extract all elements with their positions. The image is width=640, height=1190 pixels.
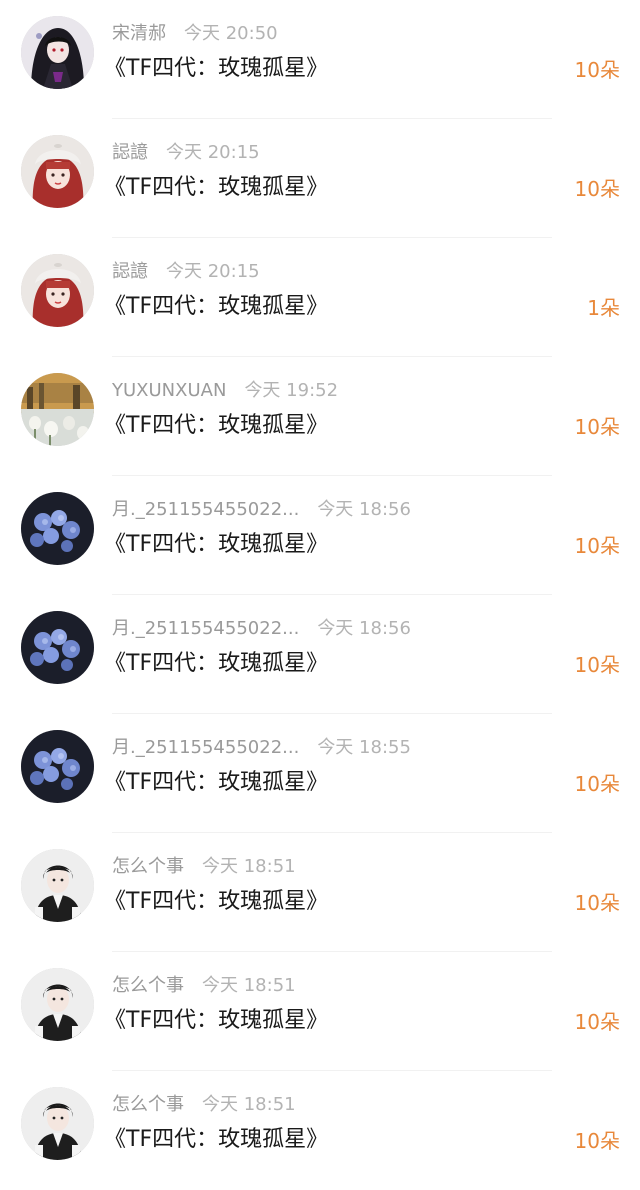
- record-meta: 宋清郝 今天 20:50: [112, 21, 278, 47]
- work-title: 《TF四代：玫瑰孤星》: [104, 1008, 329, 1033]
- flower-count: 10朵: [574, 1010, 620, 1034]
- record-meta: 月._251155455022... 今天 18:56: [112, 616, 411, 642]
- record-meta: YUXUNXUAN 今天 19:52: [112, 378, 338, 404]
- gift-record-row[interactable]: 誋譩 今天 20:15 《TF四代：玫瑰孤星》 1朵: [0, 238, 640, 357]
- user-avatar[interactable]: [21, 1087, 94, 1160]
- gift-record-row[interactable]: 月._251155455022... 今天 18:56 《TF四代：玫瑰孤星》 1…: [0, 595, 640, 714]
- work-title: 《TF四代：玫瑰孤星》: [104, 175, 329, 200]
- record-time: 今天 18:51: [202, 856, 296, 877]
- record-meta: 怎么个事 今天 18:51: [112, 1092, 296, 1118]
- user-name[interactable]: 月._251155455022...: [112, 497, 299, 523]
- user-name[interactable]: 怎么个事: [112, 1092, 184, 1118]
- flower-count: 10朵: [574, 1129, 620, 1153]
- record-meta: 誋譩 今天 20:15: [112, 259, 260, 285]
- gift-record-list: 宋清郝 今天 20:50 《TF四代：玫瑰孤星》 10朵 誋譩 今天 20:15 《…: [0, 0, 640, 1180]
- work-title: 《TF四代：玫瑰孤星》: [104, 770, 329, 795]
- gift-record-row[interactable]: 怎么个事 今天 18:51 《TF四代：玫瑰孤星》 10朵: [0, 833, 640, 952]
- user-name[interactable]: 誋譩: [112, 259, 148, 285]
- gift-record-row[interactable]: 誋譩 今天 20:15 《TF四代：玫瑰孤星》 10朵: [0, 119, 640, 238]
- blue-roses-avatar: [21, 492, 94, 565]
- user-name[interactable]: 月._251155455022...: [112, 616, 299, 642]
- flower-count: 10朵: [574, 891, 620, 915]
- work-title: 《TF四代：玫瑰孤星》: [104, 56, 329, 81]
- work-title: 《TF四代：玫瑰孤星》: [104, 1127, 329, 1152]
- record-time: 今天 20:15: [166, 142, 260, 163]
- user-avatar[interactable]: [21, 16, 94, 89]
- gothic-girl-avatar: [21, 16, 94, 89]
- record-meta: 怎么个事 今天 18:51: [112, 973, 296, 999]
- red-hair-girl-avatar: [21, 135, 94, 208]
- record-time: 今天 18:56: [317, 618, 411, 639]
- gift-record-row[interactable]: 宋清郝 今天 20:50 《TF四代：玫瑰孤星》 10朵: [0, 0, 640, 119]
- user-avatar[interactable]: [21, 373, 94, 446]
- flower-count: 10朵: [574, 534, 620, 558]
- record-time: 今天 18:51: [202, 1094, 296, 1115]
- record-time: 今天 20:50: [184, 23, 278, 44]
- user-avatar[interactable]: [21, 135, 94, 208]
- record-meta: 月._251155455022... 今天 18:55: [112, 735, 411, 761]
- boy-vest-avatar: [21, 1087, 94, 1160]
- user-avatar[interactable]: [21, 611, 94, 684]
- record-time: 今天 18:56: [317, 499, 411, 520]
- gift-record-row[interactable]: YUXUNXUAN 今天 19:52 《TF四代：玫瑰孤星》 10朵: [0, 357, 640, 476]
- work-title: 《TF四代：玫瑰孤星》: [104, 413, 329, 438]
- blue-roses-avatar: [21, 611, 94, 684]
- record-meta: 怎么个事 今天 18:51: [112, 854, 296, 880]
- user-name[interactable]: YUXUNXUAN: [112, 378, 226, 404]
- gift-record-row[interactable]: 月._251155455022... 今天 18:55 《TF四代：玫瑰孤星》 1…: [0, 714, 640, 833]
- record-time: 今天 20:15: [166, 261, 260, 282]
- flower-count: 10朵: [574, 177, 620, 201]
- flower-count: 10朵: [574, 415, 620, 439]
- red-hair-girl-avatar: [21, 254, 94, 327]
- boy-vest-avatar: [21, 968, 94, 1041]
- user-avatar[interactable]: [21, 968, 94, 1041]
- work-title: 《TF四代：玫瑰孤星》: [104, 532, 329, 557]
- record-time: 今天 18:51: [202, 975, 296, 996]
- flower-count: 1朵: [587, 296, 620, 320]
- user-name[interactable]: 宋清郝: [112, 21, 166, 47]
- gift-record-row[interactable]: 怎么个事 今天 18:51 《TF四代：玫瑰孤星》 10朵: [0, 952, 640, 1071]
- boy-vest-avatar: [21, 849, 94, 922]
- user-avatar[interactable]: [21, 730, 94, 803]
- flower-count: 10朵: [574, 58, 620, 82]
- blue-roses-avatar: [21, 730, 94, 803]
- record-meta: 誋譩 今天 20:15: [112, 140, 260, 166]
- work-title: 《TF四代：玫瑰孤星》: [104, 294, 329, 319]
- gift-record-row[interactable]: 怎么个事 今天 18:51 《TF四代：玫瑰孤星》 10朵: [0, 1071, 640, 1190]
- user-avatar[interactable]: [21, 492, 94, 565]
- tulips-sunset-avatar: [21, 373, 94, 446]
- user-name[interactable]: 月._251155455022...: [112, 735, 299, 761]
- record-time: 今天 18:55: [317, 737, 411, 758]
- flower-count: 10朵: [574, 653, 620, 677]
- user-name[interactable]: 怎么个事: [112, 854, 184, 880]
- user-avatar[interactable]: [21, 849, 94, 922]
- work-title: 《TF四代：玫瑰孤星》: [104, 651, 329, 676]
- work-title: 《TF四代：玫瑰孤星》: [104, 889, 329, 914]
- gift-record-row[interactable]: 月._251155455022... 今天 18:56 《TF四代：玫瑰孤星》 1…: [0, 476, 640, 595]
- record-meta: 月._251155455022... 今天 18:56: [112, 497, 411, 523]
- user-name[interactable]: 怎么个事: [112, 973, 184, 999]
- user-name[interactable]: 誋譩: [112, 140, 148, 166]
- flower-count: 10朵: [574, 772, 620, 796]
- user-avatar[interactable]: [21, 254, 94, 327]
- record-time: 今天 19:52: [244, 380, 339, 401]
